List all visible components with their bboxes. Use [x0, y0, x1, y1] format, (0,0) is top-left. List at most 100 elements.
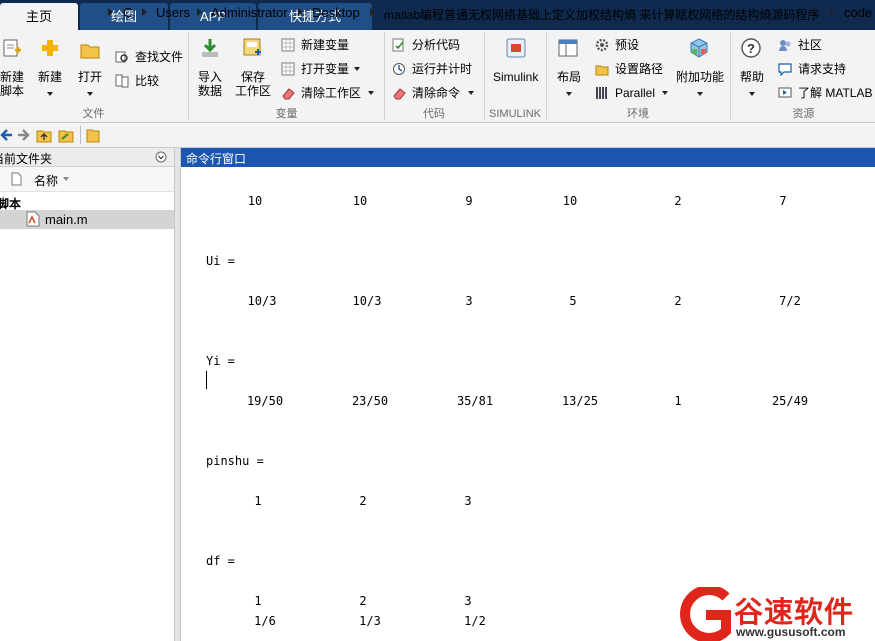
new-button[interactable]: 新建 — [36, 36, 66, 100]
clear-workspace-button[interactable]: 清除工作区 — [281, 84, 379, 102]
add-ons-button[interactable]: 附加功能 — [674, 36, 726, 100]
analyze-code-label: 分析代码 — [412, 38, 461, 52]
help-caret[interactable] — [749, 92, 755, 96]
output-value: 1 — [254, 494, 262, 508]
output-value: 2 — [359, 494, 367, 508]
community-button[interactable]: 社区 — [778, 36, 828, 54]
path-separator — [197, 8, 202, 16]
output-value: 10/3 — [247, 294, 277, 308]
find-files-icon — [115, 51, 128, 63]
add-ons-icon — [690, 38, 708, 58]
find-files-button[interactable]: 查找文件 — [115, 48, 183, 66]
crumb-users[interactable]: Users — [156, 5, 190, 20]
set-path-icon — [595, 65, 609, 76]
address-divider — [80, 126, 81, 144]
section-resources-label: 资源 — [792, 108, 815, 120]
current-folder-header: 当前文件夹 — [0, 148, 174, 167]
tab-home[interactable]: 主页 — [0, 3, 78, 30]
open-dropdown-caret[interactable] — [87, 92, 93, 96]
new-script-button[interactable]: 新建 脚本 — [0, 36, 28, 100]
open-variable-icon — [281, 62, 295, 76]
output-value: 10 — [247, 194, 263, 208]
output-value: 1 — [674, 394, 682, 408]
help-button[interactable]: ? 帮助 — [736, 36, 768, 100]
find-files-label: 查找文件 — [135, 50, 184, 64]
folder-row-scripts[interactable]: 脚本 — [0, 193, 174, 211]
section-code-label: 代码 — [423, 108, 445, 120]
learn-matlab-label: 了解 MATLAB — [798, 86, 873, 100]
file-type-column-icon — [11, 172, 22, 186]
panel-menu-icon[interactable] — [155, 151, 167, 163]
new-dropdown-caret[interactable] — [47, 92, 53, 96]
forward-arrow-icon[interactable] — [16, 128, 30, 142]
compare-label: 比较 — [135, 74, 160, 88]
section-simulink-label: SIMULINK — [489, 108, 541, 120]
learn-matlab-button[interactable]: 了解 MATLAB — [778, 84, 873, 102]
text-cursor — [206, 371, 207, 389]
import-label-2: 数据 — [198, 84, 223, 98]
new-variable-icon — [281, 38, 295, 52]
output-value: 5 — [569, 294, 577, 308]
sort-caret-icon[interactable] — [63, 177, 69, 181]
save-workspace-icon — [243, 38, 261, 56]
output-value: 13/25 — [561, 394, 599, 408]
crumb-code[interactable]: code — [844, 5, 872, 20]
preferences-button[interactable]: 预设 — [595, 36, 655, 54]
import-data-button[interactable]: 导入 数据 — [194, 36, 228, 100]
parallel-label: Parallel — [615, 86, 656, 100]
import-icon — [202, 39, 218, 57]
output-value: 19/50 — [246, 394, 284, 408]
simulink-icon — [506, 38, 526, 58]
set-path-button[interactable]: 设置路径 — [595, 60, 671, 78]
crumb-drive[interactable]: C: — [123, 5, 136, 20]
simulink-label: Simulink — [493, 70, 539, 84]
clear-commands-caret[interactable] — [468, 91, 474, 95]
add-ons-caret[interactable] — [697, 92, 703, 96]
open-variable-caret[interactable] — [354, 67, 360, 71]
layout-caret[interactable] — [566, 92, 572, 96]
parallel-caret[interactable] — [662, 91, 668, 95]
compare-button[interactable]: 比较 — [115, 72, 165, 90]
open-variable-button[interactable]: 打开变量 — [281, 60, 365, 78]
help-label: 帮助 — [740, 70, 765, 84]
clear-commands-button[interactable]: 清除命令 — [392, 84, 482, 102]
variable-name-yi: Yi = — [206, 354, 235, 368]
output-value: 2 — [674, 294, 682, 308]
output-value: 25/49 — [771, 394, 809, 408]
clear-workspace-caret[interactable] — [368, 91, 374, 95]
file-row-main-m[interactable]: main.m — [0, 210, 174, 229]
crumb-administrator[interactable]: Administrator — [211, 5, 288, 20]
parallel-button[interactable]: Parallel — [595, 84, 671, 102]
gear-icon — [595, 38, 609, 52]
variable-name-df: df = — [206, 554, 235, 568]
eraser-icon — [282, 88, 295, 100]
save-label-1: 保存 — [241, 70, 266, 84]
new-script-icon — [3, 39, 21, 57]
crumb-desktop[interactable]: Desktop — [312, 5, 360, 20]
command-window-title: 命令行窗口 — [186, 152, 247, 166]
column-header-row: 名称 — [0, 167, 174, 192]
open-button[interactable]: 打开 — [76, 36, 106, 100]
drive-folder-icon — [86, 129, 100, 143]
output-value: 1/3 — [359, 614, 381, 628]
request-support-button[interactable]: 请求支持 — [778, 60, 848, 78]
column-name-header[interactable]: 名称 — [34, 172, 58, 189]
layout-button[interactable]: 布局 — [552, 36, 586, 100]
simulink-button[interactable]: Simulink — [488, 36, 544, 100]
back-arrow-icon[interactable] — [0, 128, 14, 142]
run-and-time-button[interactable]: 运行并计时 — [392, 60, 480, 78]
path-separator — [298, 8, 303, 16]
run-and-time-icon — [393, 63, 405, 75]
output-value: 35/81 — [456, 394, 494, 408]
up-folder-icon[interactable] — [36, 127, 52, 143]
output-value: 2 — [674, 194, 682, 208]
save-workspace-button[interactable]: 保存 工作区 — [234, 36, 274, 100]
analyze-code-button[interactable]: 分析代码 — [392, 36, 470, 54]
path-separator — [830, 8, 835, 16]
file-name: main.m — [45, 212, 88, 227]
panel-splitter[interactable] — [174, 148, 181, 641]
browse-folder-icon[interactable] — [58, 127, 74, 143]
crumb-project-folder[interactable]: matlab编程普通无权网络基础上定义加权结构熵 来计算赋权网络的结构熵源码程序 — [384, 6, 819, 23]
output-value: 9 — [465, 194, 473, 208]
new-variable-button[interactable]: 新建变量 — [281, 36, 355, 54]
